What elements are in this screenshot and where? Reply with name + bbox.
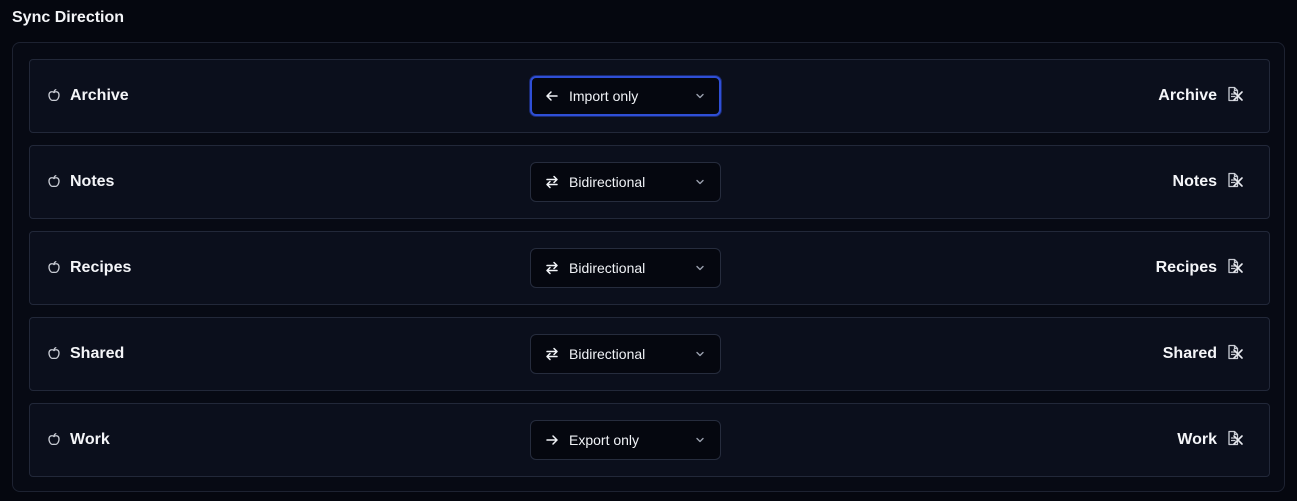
bidirectional-arrows-icon [545,260,561,276]
arrow-right-icon [545,432,561,448]
target-notebook-name: Recipes [1155,259,1217,276]
sync-row-shared: Shared Bidirectional Shared [29,317,1270,391]
remove-row-button[interactable] [1229,431,1247,449]
sync-direction-panel: Archive Import only Archive Notes Bidire… [12,42,1285,492]
arrow-left-icon [545,88,561,104]
sync-mode-label: Import only [569,88,639,104]
remove-row-button[interactable] [1229,87,1247,105]
remove-row-button[interactable] [1229,259,1247,277]
apple-icon [46,88,62,104]
apple-icon [46,174,62,190]
source-folder-name: Recipes [70,259,132,276]
sync-mode-select[interactable]: Bidirectional [530,334,721,374]
chevron-down-icon [694,262,706,274]
section-title: Sync Direction [12,9,125,26]
apple-icon [46,260,62,276]
apple-icon [46,346,62,362]
target-notebook-name: Notes [1172,173,1217,190]
sync-mode-select[interactable]: Import only [530,76,721,116]
sync-row-work: Work Export only Work [29,403,1270,477]
chevron-down-icon [694,348,706,360]
sync-row-notes: Notes Bidirectional Notes [29,145,1270,219]
bidirectional-arrows-icon [545,174,561,190]
target-notebook-name: Shared [1162,345,1217,362]
source-folder-name: Notes [70,173,115,190]
sync-mode-select[interactable]: Bidirectional [530,248,721,288]
sync-row-recipes: Recipes Bidirectional Recipes [29,231,1270,305]
close-icon [1233,91,1243,101]
remove-row-button[interactable] [1229,345,1247,363]
apple-icon [46,432,62,448]
close-icon [1233,349,1243,359]
chevron-down-icon [694,176,706,188]
sync-row-archive: Archive Import only Archive [29,59,1270,133]
sync-mode-label: Bidirectional [569,174,646,190]
close-icon [1233,263,1243,273]
chevron-down-icon [694,434,706,446]
sync-mode-label: Bidirectional [569,260,646,276]
target-notebook-name: Work [1177,431,1217,448]
remove-row-button[interactable] [1229,173,1247,191]
source-folder-name: Shared [70,345,125,362]
bidirectional-arrows-icon [545,346,561,362]
source-folder-name: Archive [70,87,129,104]
sync-mode-label: Bidirectional [569,346,646,362]
source-folder-name: Work [70,431,110,448]
target-notebook-name: Archive [1158,87,1217,104]
chevron-down-icon [694,90,706,102]
sync-mode-select[interactable]: Bidirectional [530,162,721,202]
sync-mode-select[interactable]: Export only [530,420,721,460]
close-icon [1233,435,1243,445]
sync-mode-label: Export only [569,432,640,448]
close-icon [1233,177,1243,187]
